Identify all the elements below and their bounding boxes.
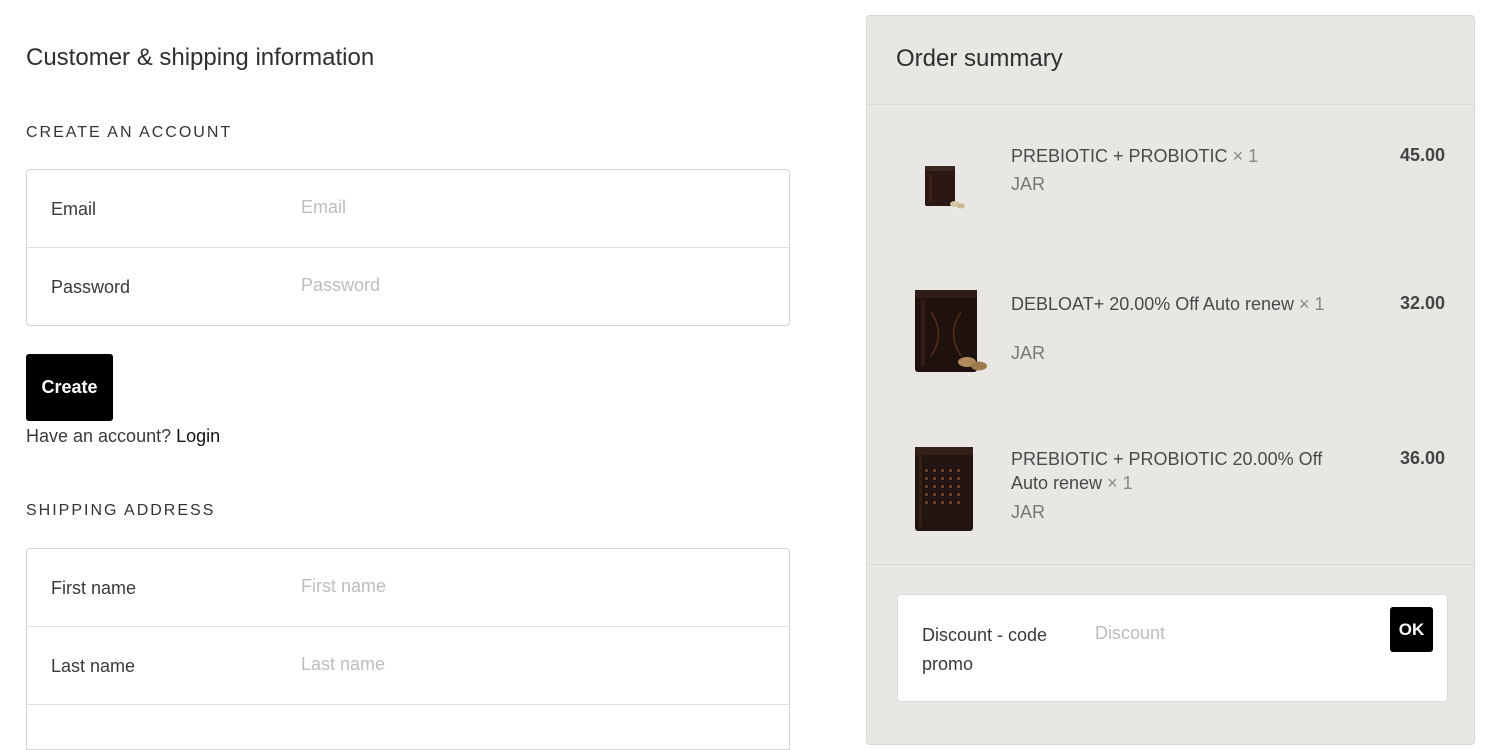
item-variant: JAR [1011, 502, 1046, 522]
create-account-heading: CREATE AN ACCOUNT [26, 124, 233, 141]
last-name-field[interactable] [297, 649, 775, 679]
divider [867, 104, 1474, 105]
last-name-label: Last name [51, 656, 136, 676]
jar-icon [925, 166, 965, 209]
last-name-row: Last name [27, 627, 789, 705]
password-label: Password [51, 277, 131, 297]
shipping-fields: First name Last name [26, 548, 790, 750]
item-variant: JAR [1011, 343, 1046, 363]
item-name: DEBLOAT+ 20.00% Off Auto renew [1011, 294, 1294, 314]
item-name: PREBIOTIC + PROBIOTIC [1011, 146, 1228, 166]
item-variant: JAR [1011, 174, 1046, 194]
discount-label: Discount - code promo [922, 625, 1048, 674]
page-title: Customer & shipping information [26, 44, 375, 71]
account-fields: Email Password [26, 169, 790, 326]
first-name-row: First name [27, 549, 789, 627]
item-price: 32.00 [1399, 293, 1445, 313]
first-name-field[interactable] [297, 571, 775, 601]
item-name-line: PREBIOTIC + PROBIOTIC × 1 [1011, 144, 1341, 168]
password-row: Password [27, 248, 789, 325]
email-row: Email [27, 170, 789, 248]
apply-discount-button[interactable]: OK [1390, 607, 1433, 652]
divider [867, 564, 1474, 565]
jar-icon [915, 447, 973, 531]
item-name: PREBIOTIC + PROBIOTIC 20.00% Off Auto re… [1011, 449, 1323, 493]
order-summary: Order summary PREBIOTIC + PROBIOTIC × 1 … [866, 15, 1475, 745]
create-account-button[interactable]: Create [26, 354, 113, 421]
item-quantity: × 1 [1299, 294, 1325, 314]
first-name-label: First name [51, 578, 137, 598]
item-quantity: × 1 [1107, 473, 1133, 493]
item-price: 36.00 [1399, 448, 1445, 468]
jar-icon [915, 290, 987, 372]
item-quantity: × 1 [1232, 146, 1259, 166]
login-link[interactable]: Login [176, 426, 220, 446]
discount-input[interactable] [1093, 617, 1377, 649]
item-name-line: PREBIOTIC + PROBIOTIC 20.00% Off Auto re… [1011, 447, 1341, 495]
discount-box: Discount - code promo OK [897, 594, 1448, 702]
order-summary-title: Order summary [896, 45, 1063, 72]
login-prompt: Have an account? Login [26, 426, 220, 447]
have-account-text: Have an account? [26, 426, 172, 446]
email-label: Email [51, 199, 97, 219]
shipping-address-heading: SHIPPING ADDRESS [26, 502, 216, 519]
item-name-line: DEBLOAT+ 20.00% Off Auto renew × 1 [1011, 292, 1341, 316]
item-price: 45.00 [1399, 145, 1445, 165]
email-field[interactable] [297, 192, 775, 222]
password-field[interactable] [297, 270, 775, 300]
